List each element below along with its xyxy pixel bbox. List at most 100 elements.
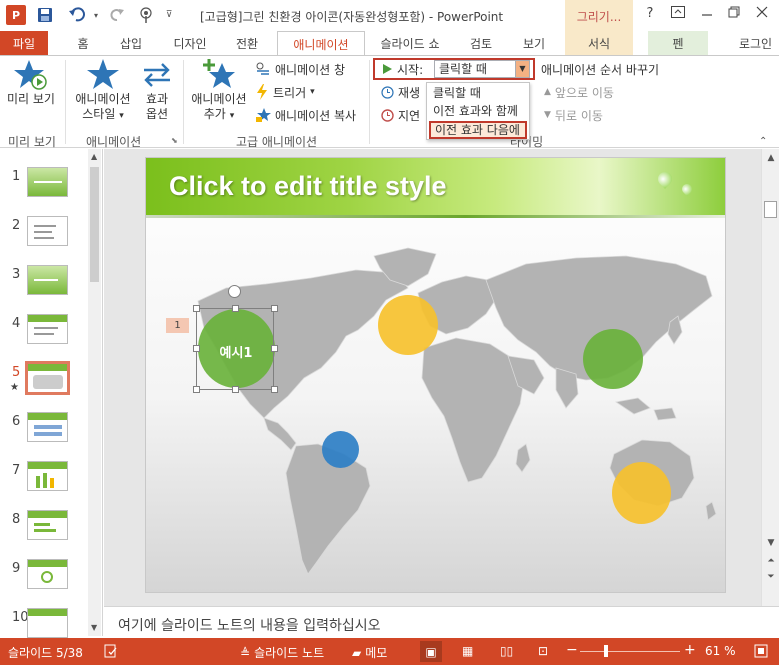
slide-thumbnail[interactable]: 1: [0, 167, 88, 207]
redo-icon[interactable]: [108, 5, 126, 25]
ribbon-divider: [369, 60, 370, 144]
bubble-label[interactable]: 예시1: [204, 342, 268, 361]
resize-handle[interactable]: [232, 386, 239, 393]
next-slide-icon[interactable]: ⏷: [765, 571, 777, 583]
notes-pane[interactable]: 여기에 슬라이드 노트의 내용을 입력하십시오: [104, 606, 779, 638]
zoom-slider[interactable]: [580, 651, 680, 652]
slide-thumbnail[interactable]: 9: [0, 559, 88, 599]
thumbnail-scroll-thumb[interactable]: [90, 167, 99, 282]
tab-transitions[interactable]: 전환: [228, 31, 266, 55]
slide-show-icon[interactable]: ⊡: [538, 644, 548, 658]
normal-view-icon[interactable]: ▣: [420, 641, 442, 662]
help-button[interactable]: ?: [640, 6, 660, 24]
preview-button[interactable]: 미리 보기: [6, 58, 56, 107]
thumbnail-scrollbar[interactable]: ▲ ▼: [88, 149, 101, 636]
reorder-animation-text: 애니메이션 순서 바꾸기: [541, 62, 660, 77]
collapse-ribbon-icon[interactable]: ⌃: [759, 136, 767, 147]
slide-thumbnail[interactable]: 4: [0, 314, 88, 354]
spell-check-icon[interactable]: [104, 644, 118, 658]
slide-sorter-icon[interactable]: ▦: [462, 644, 473, 658]
slide-scroll-thumb[interactable]: [764, 201, 777, 218]
resize-handle[interactable]: [193, 305, 200, 312]
yellow-bubble-australia[interactable]: [612, 462, 671, 524]
slide-thumbnail[interactable]: 3: [0, 265, 88, 305]
sign-in-link[interactable]: 로그인: [732, 31, 779, 55]
zoom-out-button[interactable]: −: [566, 642, 578, 658]
touch-mode-icon[interactable]: [136, 5, 158, 25]
ribbon-display-options-icon[interactable]: [668, 6, 688, 24]
fit-slide-icon[interactable]: [754, 644, 768, 658]
tab-file[interactable]: 파일: [0, 31, 48, 55]
scroll-down-icon[interactable]: ▼: [91, 623, 97, 632]
animation-styles-button[interactable]: 애니메이션 스타일 ▾: [70, 58, 136, 124]
slide-title[interactable]: Click to edit title style: [169, 171, 447, 202]
tab-home[interactable]: 홈: [68, 31, 98, 55]
ribbon-divider: [183, 60, 184, 144]
blue-bubble[interactable]: [322, 431, 359, 468]
tab-slide-show[interactable]: 슬라이드 쇼: [374, 31, 446, 55]
add-animation-label-line2: 추가: [203, 107, 226, 121]
slide-thumbnail-image: [27, 265, 68, 295]
slide-canvas[interactable]: Click to edit title style 1 예시1: [145, 157, 726, 593]
arrow-down-icon: ▼: [544, 110, 551, 120]
dropdown-item-with-previous[interactable]: 이전 효과와 함께: [429, 102, 527, 120]
scroll-up-icon[interactable]: ▲: [765, 152, 777, 164]
preview-star-icon: [14, 60, 47, 90]
slide-thumbnail-image: [27, 167, 68, 197]
tab-review[interactable]: 검토: [462, 31, 500, 55]
notes-placeholder[interactable]: 여기에 슬라이드 노트의 내용을 입력하십시오: [118, 615, 381, 635]
comments-toggle-button[interactable]: ▰ 메모: [352, 644, 387, 661]
animation-star-icon: ★: [10, 382, 19, 393]
reading-view-icon[interactable]: ▯▯: [500, 644, 513, 658]
dropdown-item-after-previous[interactable]: 이전 효과 다음에: [429, 121, 527, 139]
zoom-level[interactable]: 61 %: [705, 644, 736, 658]
tab-view[interactable]: 보기: [515, 31, 553, 55]
resize-handle[interactable]: [232, 305, 239, 312]
resize-handle[interactable]: [271, 345, 278, 352]
tab-insert[interactable]: 삽입: [112, 31, 150, 55]
dropdown-item-on-click[interactable]: 클릭할 때: [429, 84, 527, 102]
notes-toggle-button[interactable]: ≜ 슬라이드 노트: [240, 644, 324, 661]
chevron-down-icon[interactable]: ▼: [515, 61, 529, 77]
customize-quick-access-icon[interactable]: ⊽: [162, 5, 176, 25]
undo-icon[interactable]: [66, 5, 88, 25]
tab-pen[interactable]: 펜: [648, 31, 708, 55]
move-earlier-button[interactable]: ▲ 앞으로 이동: [544, 83, 614, 101]
trigger-button[interactable]: 트리거 ▾: [255, 83, 315, 101]
slide-number: 6: [12, 414, 21, 429]
zoom-slider-thumb[interactable]: [604, 645, 608, 657]
tab-animations[interactable]: 애니메이션: [277, 31, 365, 56]
rotate-handle-icon[interactable]: [228, 285, 241, 298]
slide-thumbnail[interactable]: 8: [0, 510, 88, 550]
minimize-icon[interactable]: [697, 6, 717, 24]
restore-icon[interactable]: [724, 6, 744, 24]
tab-format[interactable]: 서식: [565, 31, 633, 55]
move-later-button[interactable]: ▼ 뒤로 이동: [544, 106, 603, 124]
slide-thumbnail-selected[interactable]: 5 ★: [0, 361, 88, 403]
yellow-bubble[interactable]: [378, 295, 438, 355]
animation-painter-button[interactable]: 애니메이션 복사: [255, 106, 356, 124]
undo-dropdown-icon[interactable]: ▾: [90, 5, 102, 25]
resize-handle[interactable]: [193, 345, 200, 352]
scroll-up-icon[interactable]: ▲: [91, 152, 97, 161]
start-select[interactable]: 클릭할 때 ▼: [434, 60, 530, 78]
scroll-down-icon[interactable]: ▼: [765, 537, 777, 549]
animation-pane-button[interactable]: 애니메이션 창: [255, 60, 345, 78]
tab-design[interactable]: 디자인: [166, 31, 214, 55]
resize-handle[interactable]: [193, 386, 200, 393]
effect-options-button[interactable]: 효과 옵션: [137, 58, 177, 122]
slide-thumbnail[interactable]: 6: [0, 412, 88, 452]
add-animation-button[interactable]: 애니메이션 추가 ▾: [186, 58, 252, 124]
resize-handle[interactable]: [271, 386, 278, 393]
save-icon[interactable]: [36, 5, 54, 25]
previous-slide-icon[interactable]: ⏶: [765, 555, 777, 567]
slide-thumbnail[interactable]: 2: [0, 216, 88, 256]
resize-handle[interactable]: [271, 305, 278, 312]
animation-order-tag[interactable]: 1: [166, 318, 189, 333]
slide-thumbnail[interactable]: 7: [0, 461, 88, 501]
zoom-in-button[interactable]: +: [684, 642, 696, 658]
slide-scrollbar[interactable]: ▲ ▼ ⏶ ⏷: [761, 149, 779, 606]
green-bubble-asia[interactable]: [583, 329, 643, 389]
close-icon[interactable]: [752, 6, 772, 24]
dialog-launcher-icon[interactable]: ⬊: [171, 136, 178, 145]
